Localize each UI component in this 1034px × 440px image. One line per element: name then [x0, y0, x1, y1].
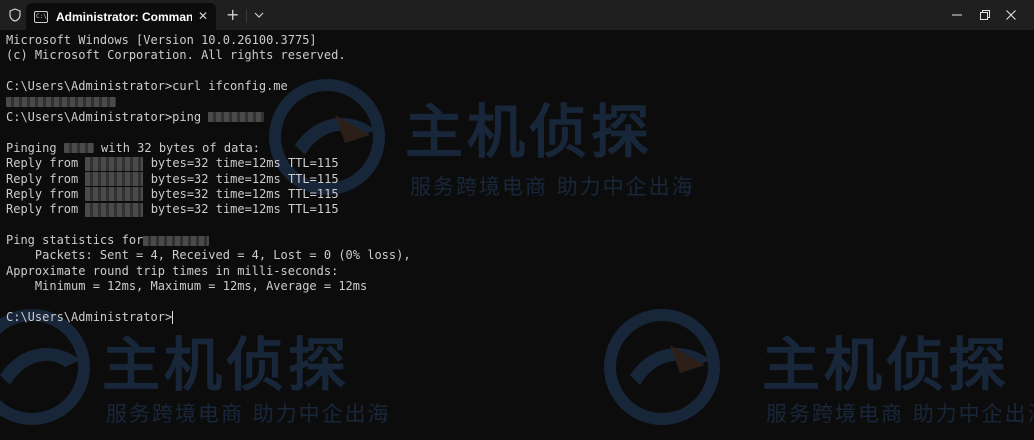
shield-icon [6, 6, 24, 24]
terminal-line: (c) Microsoft Corporation. All rights re… [6, 48, 346, 63]
terminal-output[interactable]: Microsoft Windows [Version 10.0.26100.37… [6, 33, 1026, 433]
new-tab-button[interactable]: + [226, 5, 239, 24]
terminal-line-redacted [6, 95, 1026, 110]
redacted-ip [85, 172, 144, 187]
terminal-line: Ping statistics for [6, 233, 1026, 248]
terminal-line: Microsoft Windows [Version 10.0.26100.37… [6, 33, 317, 47]
terminal-line: Reply from bytes=32 time=12ms TTL=115 [6, 171, 339, 187]
terminal-line: C:\Users\Administrator>curl ifconfig.me [6, 79, 288, 94]
redacted-ip [208, 112, 265, 123]
cmd-icon: C:\ [34, 10, 48, 23]
terminal-line: Reply from bytes=32 time=12ms TTL=115 [6, 186, 339, 202]
terminal-line: Minimum = 12ms, Maximum = 12ms, Average … [6, 279, 368, 294]
redacted-ip [85, 156, 144, 171]
close-tab-icon[interactable]: ✕ [198, 9, 208, 23]
chevron-down-icon[interactable] [252, 8, 266, 22]
tab-divider [246, 9, 247, 23]
redacted-ip [63, 143, 94, 154]
redacted-ip [143, 235, 210, 246]
terminal-line: Approximate round trip times in milli-se… [6, 263, 339, 278]
tab-title: Administrator: Command Pro [56, 9, 192, 24]
terminal-line: Pinging with 32 bytes of data: [6, 140, 260, 155]
terminal-line: Packets: Sent = 4, Received = 4, Lost = … [6, 248, 411, 263]
redacted-ip [85, 187, 144, 202]
terminal-line: C:\Users\Administrator>ping [6, 110, 1026, 125]
terminal-line: Reply from bytes=32 time=12ms TTL=115 [6, 156, 339, 171]
title-bar: C:\ Administrator: Command Pro ✕ + [0, 0, 1034, 30]
text-cursor [172, 311, 174, 325]
redacted-ip [6, 97, 116, 108]
terminal-line: Reply from bytes=32 time=12ms TTL=115 [6, 202, 339, 217]
redacted-ip [85, 202, 144, 217]
tab-command-prompt[interactable]: C:\ Administrator: Command Pro ✕ [26, 3, 216, 30]
close-window-button[interactable] [988, 0, 1034, 30]
terminal-prompt[interactable]: C:\Users\Administrator> [6, 310, 1026, 325]
